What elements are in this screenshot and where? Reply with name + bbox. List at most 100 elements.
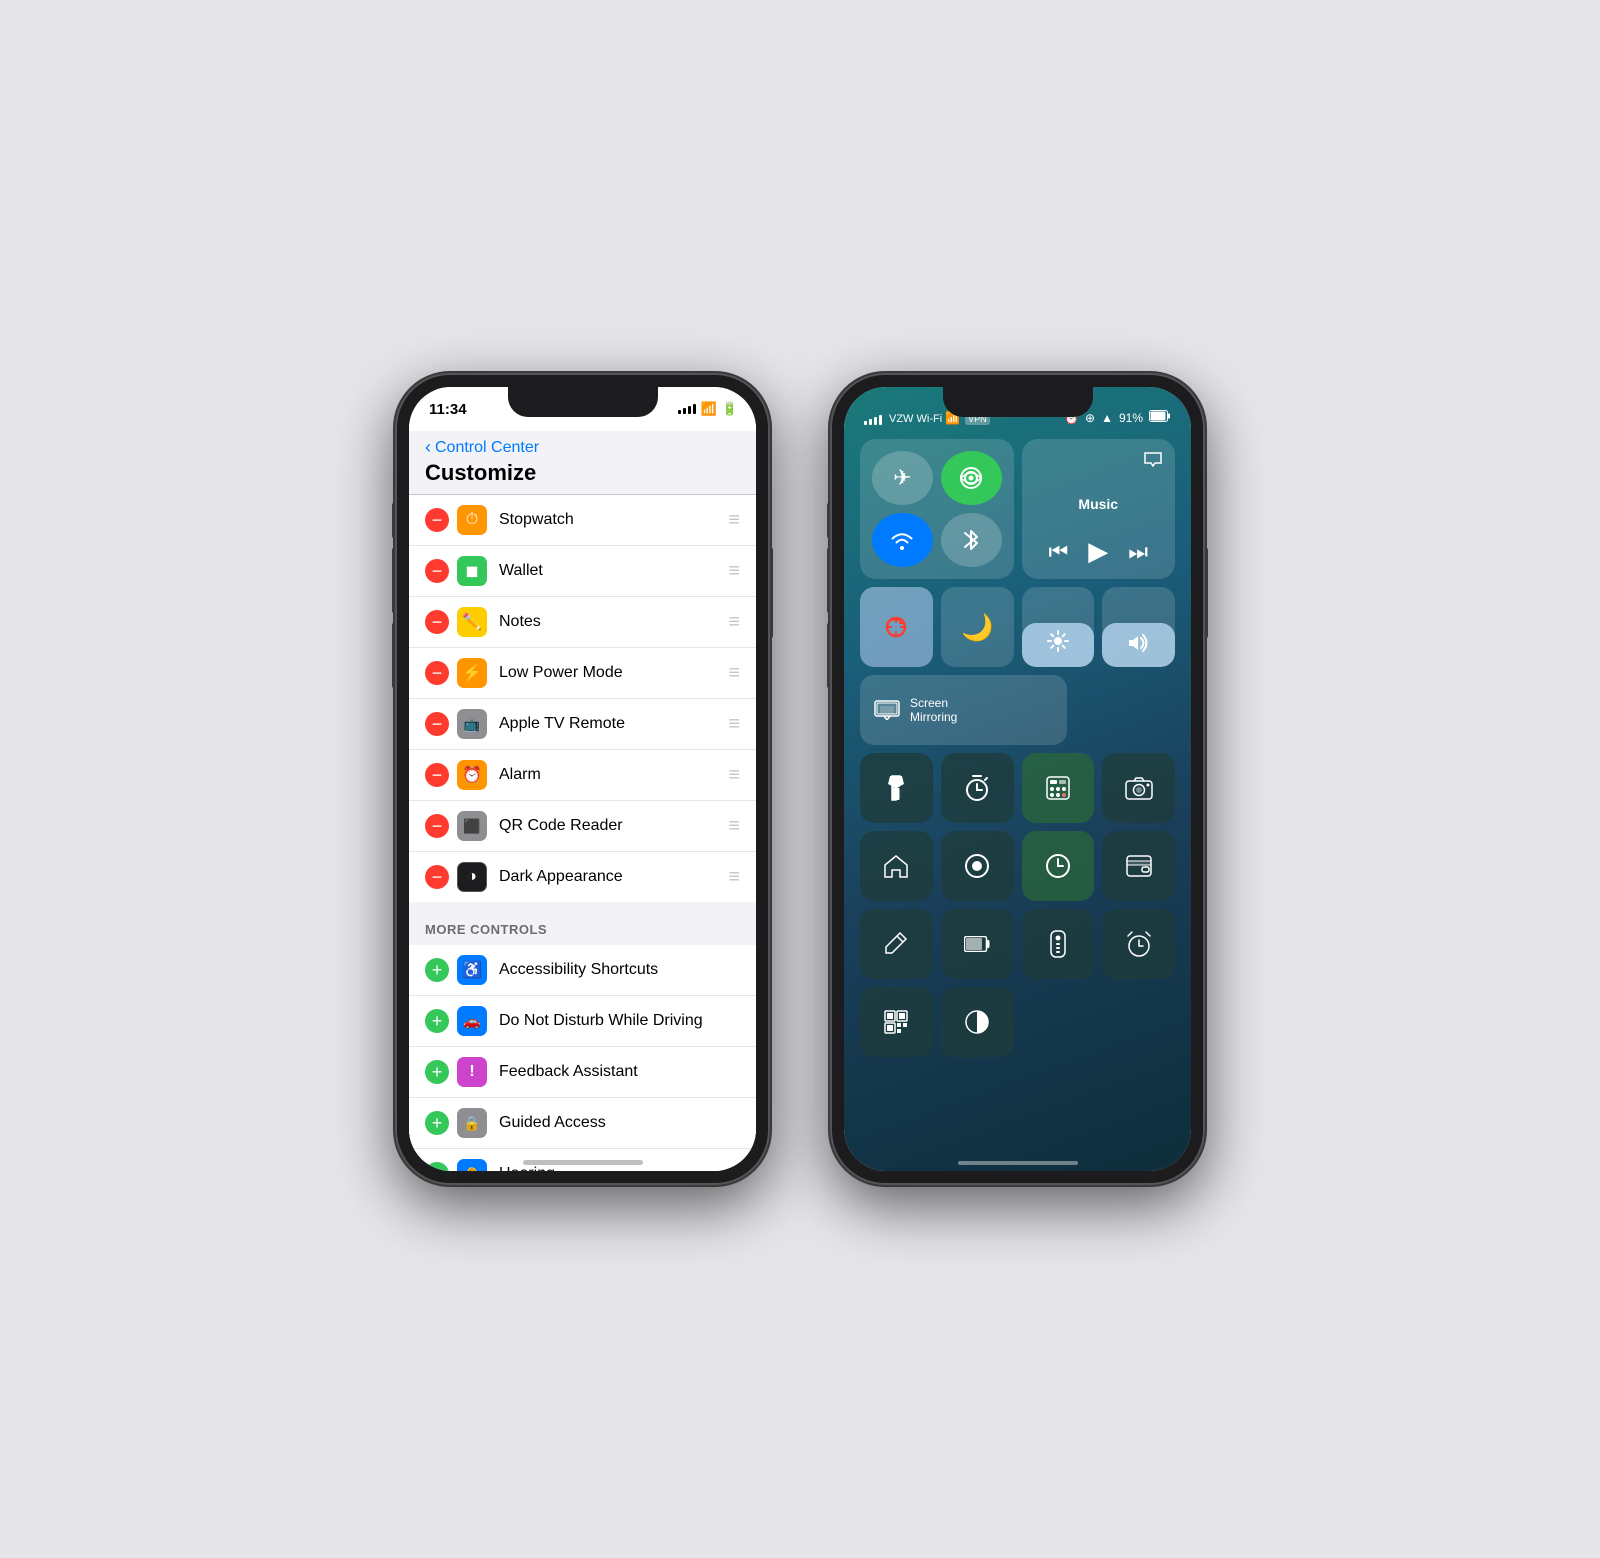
volume-down-button[interactable]	[827, 623, 830, 688]
rotation-lock-button[interactable]	[860, 587, 933, 667]
remove-button[interactable]: −	[425, 559, 449, 583]
clock-button[interactable]	[1022, 831, 1095, 901]
qr-code-button[interactable]	[860, 987, 933, 1057]
list-item[interactable]: − 📺 Apple TV Remote ≡	[409, 699, 756, 750]
cc-music-controls: ⏮ ▶ ⏭	[1034, 536, 1164, 567]
row-icon: ♿	[457, 955, 487, 985]
row-label: Feedback Assistant	[499, 1063, 740, 1081]
volume-slider[interactable]	[1102, 587, 1175, 667]
row-label: Wallet	[499, 562, 720, 580]
screen-mirroring-label: ScreenMirroring	[910, 696, 957, 724]
add-button[interactable]: +	[425, 1162, 449, 1171]
signal-bars	[864, 415, 882, 425]
drag-handle-icon[interactable]: ≡	[728, 509, 740, 532]
cc-row-apps-4	[860, 987, 1175, 1057]
volume-down-button[interactable]	[392, 623, 395, 688]
timer-button[interactable]	[941, 753, 1014, 823]
dark-appearance-button[interactable]	[941, 987, 1014, 1057]
drag-handle-icon[interactable]: ≡	[728, 866, 740, 889]
list-item[interactable]: − ◼ Wallet ≡	[409, 546, 756, 597]
notes-pencil-button[interactable]	[860, 909, 933, 979]
list-item[interactable]: + 🔒 Guided Access	[409, 1098, 756, 1149]
list-item[interactable]: − ⬛ QR Code Reader ≡	[409, 801, 756, 852]
phones-container: 11:34 📶 🔋 ‹	[395, 373, 1205, 1185]
drag-handle-icon[interactable]: ≡	[728, 560, 740, 583]
cc-music-top	[1034, 451, 1164, 472]
control-center-screen: VZW Wi-Fi 📶 VPN ⏰ ⊕ ▲ 91%	[844, 387, 1191, 1171]
drag-handle-icon[interactable]: ≡	[728, 611, 740, 634]
row-icon: 🚗	[457, 1006, 487, 1036]
list-item[interactable]: − ⏱ Stopwatch ≡	[409, 495, 756, 546]
wallet-button[interactable]	[1102, 831, 1175, 901]
row-label: Dark Appearance	[499, 868, 720, 886]
remove-button[interactable]: −	[425, 865, 449, 889]
settings-screen: 11:34 📶 🔋 ‹	[409, 387, 756, 1171]
screen-mirroring-button[interactable]: ScreenMirroring	[860, 675, 1067, 745]
camera-button[interactable]	[1102, 753, 1175, 823]
notch	[943, 387, 1093, 417]
cc-connectivity-panel: ✈	[860, 439, 1014, 579]
drag-handle-icon[interactable]: ≡	[728, 764, 740, 787]
flashlight-button[interactable]	[860, 753, 933, 823]
alarm-button[interactable]	[1102, 909, 1175, 979]
record-button[interactable]	[941, 831, 1014, 901]
included-controls-section: − ⏱ Stopwatch ≡ − ◼	[409, 495, 756, 902]
battery-icon: 🔋	[722, 401, 738, 417]
cc-row-apps-1	[860, 753, 1175, 823]
row-icon: ⏰	[457, 760, 487, 790]
row-icon: ⏱	[457, 505, 487, 535]
volume-up-button[interactable]	[827, 548, 830, 613]
brightness-slider[interactable]	[1022, 587, 1095, 667]
list-item[interactable]: − ⚡ Low Power Mode ≡	[409, 648, 756, 699]
list-item[interactable]: − ⏰ Alarm ≡	[409, 750, 756, 801]
remove-button[interactable]: −	[425, 508, 449, 532]
back-label: Control Center	[435, 439, 539, 457]
prev-track-button[interactable]: ⏮	[1048, 539, 1068, 565]
drag-handle-icon[interactable]: ≡	[728, 713, 740, 736]
airplay-music-icon[interactable]	[1143, 451, 1163, 472]
moon-icon: 🌙	[961, 612, 993, 643]
remove-button[interactable]: −	[425, 712, 449, 736]
settings-list[interactable]: − ⏱ Stopwatch ≡ − ◼	[409, 495, 756, 1171]
list-item[interactable]: − ◑ Dark Appearance ≡	[409, 852, 756, 902]
page-title: Customize	[425, 460, 740, 486]
row-icon: ⚡	[457, 658, 487, 688]
add-button[interactable]: +	[425, 958, 449, 982]
remove-button[interactable]: −	[425, 814, 449, 838]
empty-space-2	[1102, 987, 1175, 1057]
cellular-button[interactable]	[941, 451, 1002, 505]
cc-row-mirroring: ScreenMirroring	[860, 675, 1175, 745]
add-button[interactable]: +	[425, 1111, 449, 1135]
dnd-button[interactable]: 🌙	[941, 587, 1014, 667]
remove-button[interactable]: −	[425, 661, 449, 685]
drag-handle-icon[interactable]: ≡	[728, 815, 740, 838]
airplane-mode-button[interactable]: ✈	[872, 451, 933, 505]
battery-status-button[interactable]	[941, 909, 1014, 979]
remove-button[interactable]: −	[425, 763, 449, 787]
list-item[interactable]: + ! Feedback Assistant	[409, 1047, 756, 1098]
bluetooth-toggle-button[interactable]	[941, 513, 1002, 567]
wifi-toggle-button[interactable]	[872, 513, 933, 567]
row-icon: ◼	[457, 556, 487, 586]
remote-button[interactable]	[1022, 909, 1095, 979]
back-button[interactable]: ‹ Control Center	[425, 437, 740, 458]
volume-up-button[interactable]	[392, 548, 395, 613]
add-button[interactable]: +	[425, 1009, 449, 1033]
play-pause-button[interactable]: ▶	[1088, 536, 1108, 567]
list-item[interactable]: − ✏️ Notes ≡	[409, 597, 756, 648]
power-button[interactable]	[770, 548, 773, 638]
add-button[interactable]: +	[425, 1060, 449, 1084]
volume-icon	[1128, 634, 1150, 657]
remove-button[interactable]: −	[425, 610, 449, 634]
calculator-button[interactable]	[1022, 753, 1095, 823]
power-button[interactable]	[1205, 548, 1208, 638]
location-icon: ▲	[1101, 411, 1113, 425]
drag-handle-icon[interactable]: ≡	[728, 662, 740, 685]
row-icon: !	[457, 1057, 487, 1087]
list-item[interactable]: + 🚗 Do Not Disturb While Driving	[409, 996, 756, 1047]
more-controls-header: MORE CONTROLS	[409, 902, 756, 945]
right-phone: VZW Wi-Fi 📶 VPN ⏰ ⊕ ▲ 91%	[830, 373, 1205, 1185]
next-track-button[interactable]: ⏭	[1128, 539, 1148, 565]
list-item[interactable]: + ♿ Accessibility Shortcuts	[409, 945, 756, 996]
home-app-button[interactable]	[860, 831, 933, 901]
